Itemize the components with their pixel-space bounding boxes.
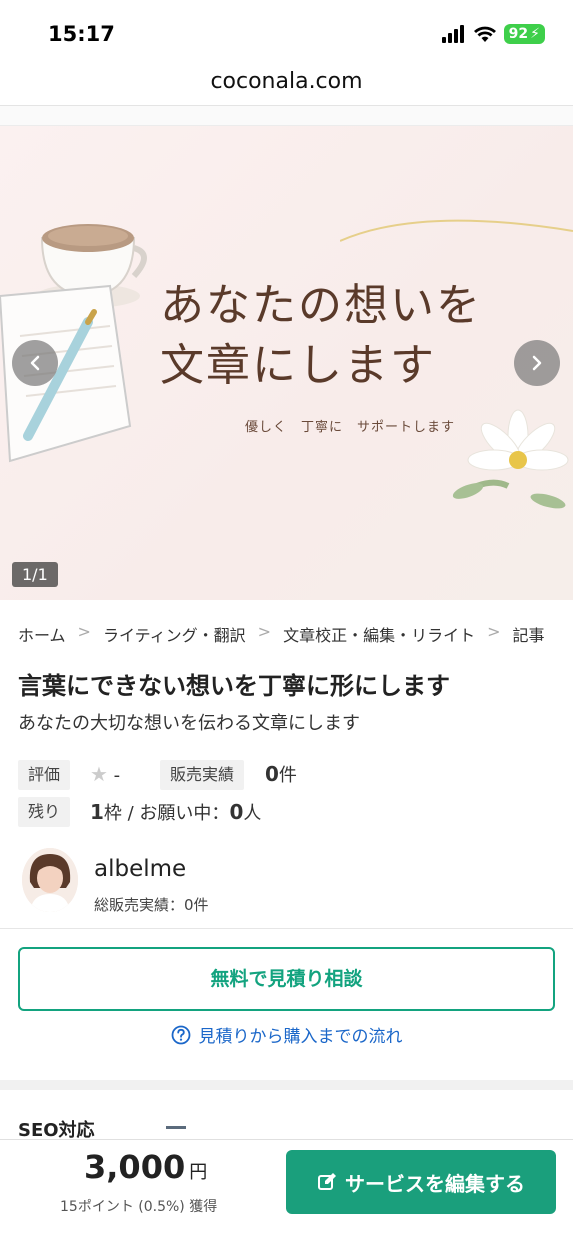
service-title: 言葉にできない想いを丁寧に形にします (18, 672, 450, 700)
bottom-action-bar: 3,000 円 15ポイント (0.5%) 獲得 サービスを編集する (0, 1139, 573, 1240)
sales-label: 販売実績 (160, 760, 245, 790)
edit-icon (318, 1173, 336, 1190)
section-divider (0, 1080, 573, 1090)
price: 3,000 円 (84, 1148, 207, 1186)
estimate-flow-link[interactable]: 見積りから購入までの流れ (0, 1022, 573, 1047)
chevron-left-icon (30, 355, 40, 371)
battery-indicator: 92 ⚡ (503, 24, 545, 44)
decorative-swoosh (340, 219, 573, 242)
breadcrumb-item-writing[interactable]: ライティング・翻訳 (103, 622, 246, 646)
seller-name[interactable]: albelme (94, 856, 186, 882)
rating-label: 評価 (18, 760, 71, 790)
edit-service-button[interactable]: サービスを編集する (286, 1150, 556, 1214)
flower-illustration (452, 409, 569, 509)
carousel-prev-button[interactable] (12, 340, 58, 386)
remaining-count: 1 (90, 800, 104, 824)
free-estimate-button[interactable]: 無料で見積り相談 (18, 947, 555, 1011)
divider (0, 928, 573, 929)
estimate-flow-text: 見積りから購入までの流れ (198, 1027, 403, 1047)
edit-service-label: サービスを編集する (345, 1171, 525, 1196)
url-bar[interactable]: coconala.com (0, 62, 573, 106)
requesting-unit: 人 (243, 803, 262, 824)
charging-icon: ⚡ (530, 26, 540, 42)
seller-avatar-image (22, 848, 78, 912)
url-text: coconala.com (210, 69, 363, 94)
wifi-icon (473, 26, 496, 42)
chevron-right-icon (532, 355, 542, 371)
seller-total-sales: 総販売実績：0件 (94, 896, 209, 914)
rating-value: ★ - (90, 762, 120, 786)
signal-icon (441, 25, 464, 43)
sales-unit: 件 (278, 765, 297, 786)
status-icons: 92 ⚡ (441, 24, 545, 44)
hero-image: あなたの想いを 文章にします 優しく 丁寧に サポートします 1/1 (0, 126, 573, 600)
sales-value: 0件 (265, 761, 297, 787)
image-counter: 1/1 (12, 562, 58, 587)
breadcrumb-separator-icon: > (77, 622, 91, 641)
star-icon: ★ (90, 762, 108, 786)
hero-title: あなたの想いを 文章にします (160, 276, 482, 396)
breadcrumb-item-article[interactable]: 記事 (513, 622, 545, 646)
help-circle-icon (171, 1025, 190, 1044)
points-earned: 15ポイント (0.5%) 獲得 (60, 1199, 218, 1215)
breadcrumb-separator-icon: > (257, 622, 272, 641)
hero-title-line2: 文章にします (160, 340, 436, 391)
sales-count: 0 (265, 762, 279, 786)
hero-subtitle: 優しく 丁寧に サポートします (245, 420, 456, 435)
breadcrumb: ホーム > ライティング・翻訳 > 文章校正・編集・リライト > 記事 (18, 622, 545, 646)
requesting-count: 0 (229, 800, 244, 824)
header-strip (0, 106, 573, 126)
status-bar: 15:17 92 ⚡ (0, 0, 573, 62)
battery-level: 92 (508, 26, 529, 42)
price-unit: 円 (189, 1162, 208, 1183)
status-time: 15:17 (48, 22, 115, 46)
breadcrumb-separator-icon: > (487, 622, 501, 641)
breadcrumb-item-proofreading[interactable]: 文章校正・編集・リライト (283, 622, 475, 646)
avatar[interactable] (22, 848, 78, 912)
remaining-value: 1枠 / お願い中：0人 (90, 799, 261, 825)
price-value: 3,000 (84, 1148, 186, 1186)
rating-score: - (113, 765, 121, 786)
breadcrumb-item-home[interactable]: ホーム (18, 622, 66, 646)
service-subtitle: あなたの大切な想いを伝わる文章にします (18, 713, 360, 734)
carousel-next-button[interactable] (514, 340, 560, 386)
seo-dash-icon (166, 1126, 186, 1129)
hero-title-line1: あなたの想いを (160, 280, 482, 331)
remaining-unit: 枠 / お願い中： (103, 803, 230, 824)
remaining-label: 残り (18, 797, 71, 827)
